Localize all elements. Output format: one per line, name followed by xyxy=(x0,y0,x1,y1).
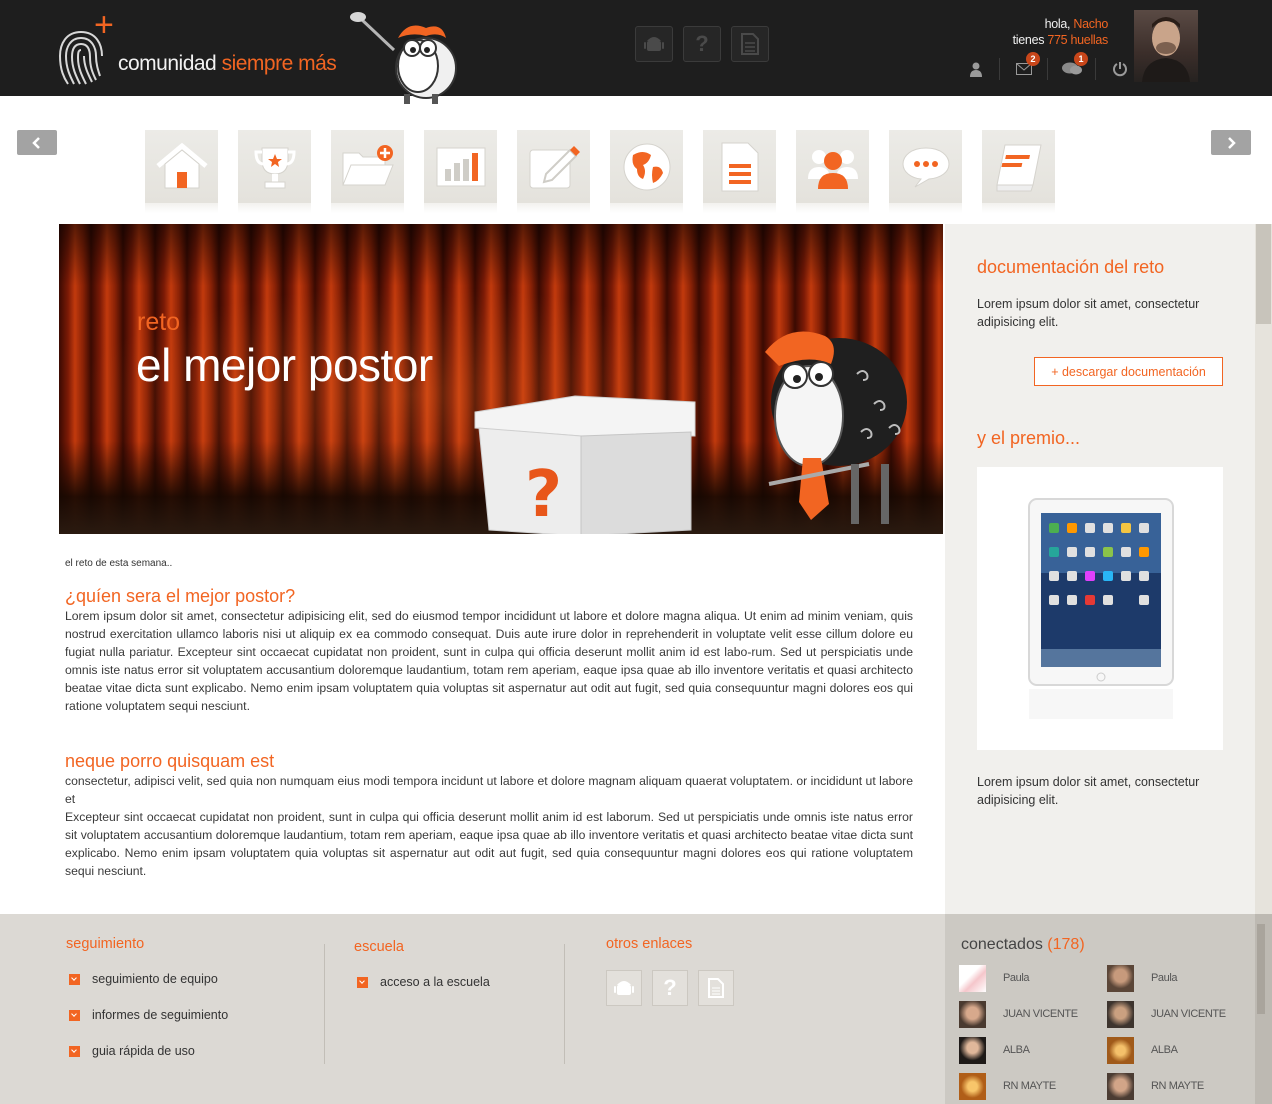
notebook-icon[interactable] xyxy=(982,130,1055,213)
footer-link[interactable]: seguimiento de equipo xyxy=(66,970,228,988)
document-icon[interactable] xyxy=(731,26,769,62)
avatar xyxy=(1107,1000,1134,1028)
svg-text:?: ? xyxy=(525,458,562,532)
arrow-bullet-icon xyxy=(69,973,80,985)
challenge-article: el reto de esta semana.. ¿quíen sera el … xyxy=(65,558,913,880)
section-text: Lorem ipsum dolor sit amet, consectetur … xyxy=(65,609,913,713)
footer-link[interactable]: informes de seguimiento xyxy=(66,1006,228,1024)
mystery-box-and-sheep-icon: ? xyxy=(474,331,907,534)
stats-chart-icon[interactable] xyxy=(424,130,497,213)
icon-nav xyxy=(145,130,1055,213)
sheep-mascot-icon xyxy=(350,12,457,104)
help-icon[interactable]: ? xyxy=(683,26,721,62)
online-user[interactable]: Paula xyxy=(959,964,1107,992)
user-name[interactable]: Nacho xyxy=(1073,17,1108,31)
home-icon[interactable] xyxy=(145,130,218,213)
document-icon[interactable] xyxy=(698,970,734,1006)
footer: seguimiento seguimiento de equipo inform… xyxy=(0,914,945,1104)
footer-title: seguimiento xyxy=(66,936,145,952)
prize-title: y el premio... xyxy=(977,428,1081,448)
prize-text: Lorem ipsum dolor sit amet, consectetur … xyxy=(977,775,1200,807)
arrow-bullet-icon xyxy=(69,1009,80,1021)
online-user[interactable]: JUAN VICENTE xyxy=(1107,1000,1247,1028)
nav-prev-button[interactable] xyxy=(17,130,57,155)
header-quick-buttons: ? xyxy=(635,26,769,62)
messages-icon[interactable]: 2 xyxy=(1000,52,1048,80)
section-title: neque porro quisquam est xyxy=(65,751,275,771)
avatar xyxy=(1107,1036,1134,1064)
challenge-sidebar: documentación del reto Lorem ipsum dolor… xyxy=(945,224,1255,914)
online-user[interactable]: ALBA xyxy=(1107,1036,1247,1064)
user-greeting: hola, Nacho tienes 775 huellas xyxy=(1012,17,1109,47)
online-user[interactable]: JUAN VICENTE xyxy=(959,1000,1107,1028)
nav-next-button[interactable] xyxy=(1211,130,1251,155)
online-users-scroll-thumb[interactable] xyxy=(1257,924,1265,1014)
sidebar-scroll-thumb[interactable] xyxy=(1256,224,1271,324)
footer-other-links: otros enlaces ? xyxy=(606,936,734,1006)
footer-title: otros enlaces xyxy=(606,936,693,952)
points-count: 775 huellas xyxy=(1047,33,1108,47)
footer-school: escuela acceso a la escuela xyxy=(354,939,490,1009)
avatar xyxy=(959,964,986,992)
prize-image xyxy=(977,467,1223,750)
online-user[interactable]: ALBA xyxy=(959,1036,1107,1064)
section-text: consectetur, adipisci velit, sed quia no… xyxy=(65,774,913,806)
challenge-banner: reto el mejor postor ? xyxy=(59,224,943,534)
document-icon[interactable] xyxy=(703,130,776,213)
comments-icon[interactable]: 1 xyxy=(1048,52,1096,80)
avatar xyxy=(1107,964,1134,992)
online-user[interactable]: RN MAYTE xyxy=(1107,1072,1247,1100)
logo-plus-icon: + xyxy=(94,6,114,44)
footer-title: escuela xyxy=(354,939,404,955)
logo-text: comunidad siempre más xyxy=(118,52,337,75)
article-intro: el reto de esta semana.. xyxy=(65,558,173,569)
logo[interactable]: + comunidad siempre más xyxy=(56,6,356,90)
banner-title: el mejor postor xyxy=(136,339,433,391)
trophy-icon[interactable] xyxy=(238,130,311,213)
comments-badge: 1 xyxy=(1074,52,1088,66)
avatar xyxy=(1107,1072,1134,1100)
users-icon[interactable] xyxy=(796,130,869,213)
online-user[interactable]: Paula xyxy=(1107,964,1247,992)
section-title: ¿quíen sera el mejor postor? xyxy=(65,586,296,606)
android-icon[interactable] xyxy=(635,26,673,62)
android-icon[interactable] xyxy=(606,970,642,1006)
help-icon[interactable]: ? xyxy=(652,970,688,1006)
online-users-title: conectados (178) xyxy=(961,936,1085,953)
online-users-list: Paula Paula JUAN VICENTE JUAN VICENTE AL… xyxy=(959,964,1249,1100)
arrow-bullet-icon xyxy=(69,1045,80,1057)
online-users-panel: conectados (178) Paula Paula JUAN VICENT… xyxy=(945,914,1255,1104)
chat-icon[interactable] xyxy=(889,130,962,213)
avatar xyxy=(959,1036,986,1064)
user-avatar[interactable] xyxy=(1134,10,1198,82)
banner-subtitle: reto xyxy=(137,308,181,336)
avatar xyxy=(959,1072,986,1100)
arrow-bullet-icon xyxy=(357,976,368,988)
footer-divider xyxy=(564,944,565,1064)
footer-tracking: seguimiento seguimiento de equipo inform… xyxy=(66,936,228,1078)
top-bar: + comunidad siempre más ? hola, Nacho ti… xyxy=(0,0,1272,104)
messages-badge: 2 xyxy=(1026,52,1040,66)
section-text: Excepteur sint occaecat cupidatat non pr… xyxy=(65,810,913,878)
online-user[interactable]: RN MAYTE xyxy=(959,1072,1107,1100)
avatar xyxy=(959,1000,986,1028)
documentation-title: documentación del reto xyxy=(977,257,1165,277)
edit-icon[interactable] xyxy=(517,130,590,213)
documentation-text: Lorem ipsum dolor sit amet, consectetur … xyxy=(977,297,1200,329)
user-actions: 2 1 xyxy=(952,52,1144,80)
footer-divider xyxy=(324,944,325,1064)
footer-link[interactable]: guia rápida de uso xyxy=(66,1042,228,1060)
footer-link[interactable]: acceso a la escuela xyxy=(354,973,490,991)
add-folder-icon[interactable] xyxy=(331,130,404,213)
download-documentation-button[interactable]: + descargar documentación xyxy=(1034,357,1223,386)
profile-icon[interactable] xyxy=(952,58,1000,80)
sidebar-scrollbar[interactable] xyxy=(1255,224,1272,914)
globe-icon[interactable] xyxy=(610,130,683,213)
